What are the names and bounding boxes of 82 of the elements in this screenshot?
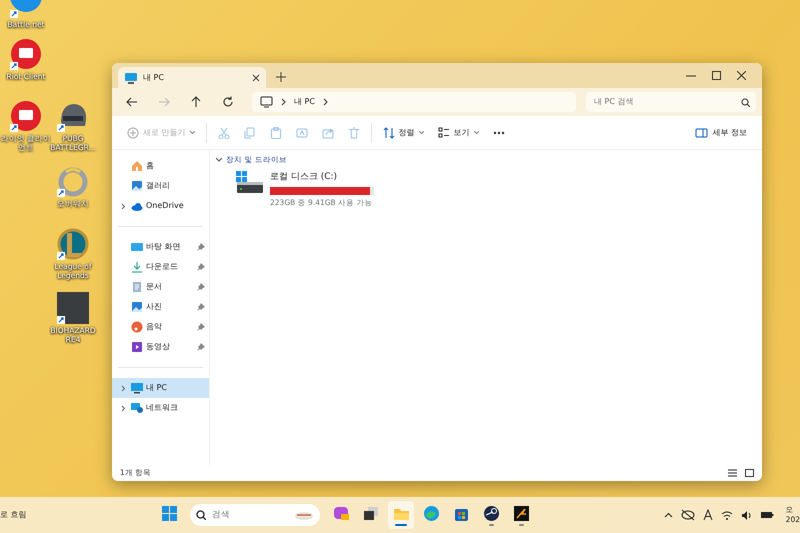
- cloud-icon: [131, 200, 143, 212]
- speaker-icon[interactable]: [740, 510, 752, 520]
- new-tab-icon[interactable]: [276, 72, 286, 82]
- chevron-icon[interactable]: [120, 404, 126, 412]
- letter-a-icon[interactable]: [702, 509, 713, 521]
- fist-icon[interactable]: [10, 38, 42, 70]
- sidebar-item[interactable]: 내 PC: [112, 378, 209, 398]
- battery-icon[interactable]: [760, 510, 774, 520]
- computer-icon: [124, 72, 138, 84]
- search-input[interactable]: 검색: [210, 508, 290, 522]
- close-icon[interactable]: [737, 71, 746, 80]
- video-icon: [131, 341, 143, 353]
- toolbar-button[interactable]: 정렬: [376, 122, 431, 144]
- start-icon: [160, 504, 178, 522]
- drive-name[interactable]: 로컬 디스크 (C:): [270, 171, 374, 185]
- l-shield-icon[interactable]: [57, 228, 89, 260]
- weather-text[interactable]: 로 흐림: [0, 509, 27, 521]
- document-icon: [131, 281, 143, 293]
- sidebar-item[interactable]: 네트워크: [112, 398, 209, 418]
- trash-icon: [348, 126, 360, 138]
- breadcrumb-item[interactable]: 내 PC: [294, 96, 315, 108]
- chevron-icon[interactable]: [216, 156, 222, 163]
- sidebar-item[interactable]: 바탕 화면: [112, 237, 209, 257]
- search-icon: [196, 510, 206, 520]
- search-box[interactable]: 내 PC 검색: [586, 92, 756, 112]
- wifi-icon[interactable]: [720, 510, 733, 520]
- folder-taskbar-button[interactable]: [388, 501, 414, 529]
- sidebar-item[interactable]: 문서: [112, 277, 209, 297]
- sort-arrows-icon: [382, 126, 395, 138]
- sidebar-item[interactable]: 갤러리: [112, 176, 209, 196]
- sidebar-item[interactable]: 홈: [112, 156, 209, 176]
- computer-icon: [131, 382, 143, 394]
- panel-icon: [695, 126, 708, 138]
- address-bar[interactable]: 내 PC: [252, 92, 576, 112]
- view-list-icon: [438, 126, 450, 138]
- share-icon: [322, 126, 334, 138]
- sidebar-item[interactable]: 동영상: [112, 337, 209, 357]
- cloud-off-icon[interactable]: [680, 509, 695, 521]
- colorful-app-icon: [332, 504, 350, 522]
- maximize-icon[interactable]: [712, 71, 721, 80]
- chevron-icon[interactable]: [281, 98, 286, 106]
- chevron-icon[interactable]: [322, 98, 328, 106]
- fist-icon[interactable]: [10, 100, 42, 132]
- download-icon: [131, 261, 143, 273]
- details-view-icon[interactable]: [728, 469, 737, 477]
- sidebar-item[interactable]: 사진: [112, 297, 209, 317]
- picture-icon: [131, 180, 143, 192]
- swirl-icon: [422, 504, 440, 522]
- music-icon: [131, 321, 143, 333]
- game-app-icon: [512, 504, 530, 522]
- ring-logo-icon[interactable]: [57, 165, 89, 197]
- close-icon[interactable]: [252, 74, 260, 82]
- details-button[interactable]: 세부 정보: [688, 122, 754, 144]
- bowl-icon: [294, 509, 314, 521]
- sidebar-item[interactable]: OneDrive: [112, 196, 209, 216]
- rename-icon: [296, 126, 308, 138]
- sidebar-item[interactable]: 다운로드: [112, 257, 209, 277]
- search-icon[interactable]: [741, 98, 750, 106]
- monitor-icon: [131, 241, 143, 253]
- copy-icon: [244, 126, 256, 138]
- house-icon: [131, 160, 143, 172]
- photo-placeholder[interactable]: [57, 292, 89, 324]
- sidebar-item[interactable]: 음악: [112, 317, 209, 337]
- gear-ball-icon: [482, 504, 500, 522]
- tiles-view-icon[interactable]: [745, 469, 754, 477]
- chevron-icon[interactable]: [120, 202, 126, 210]
- clipboard-icon: [270, 126, 282, 138]
- search-field[interactable]: 내 PC 검색: [592, 95, 741, 109]
- window-tab[interactable]: 내 PC: [118, 67, 266, 88]
- scissors-icon: [218, 126, 230, 138]
- task-view-icon: [362, 504, 380, 522]
- computer-icon: [260, 96, 273, 108]
- up-arrow-icon[interactable]: [190, 96, 202, 108]
- plus-icon: [127, 126, 139, 138]
- chevron-up-icon[interactable]: [664, 512, 673, 518]
- back-arrow-icon[interactable]: [126, 96, 138, 108]
- drive-icon[interactable]: [236, 171, 264, 194]
- refresh-icon[interactable]: [222, 96, 234, 108]
- toolbar-button[interactable]: 보기: [430, 122, 486, 144]
- taskbar-search[interactable]: 검색: [190, 504, 320, 526]
- picture-icon: [131, 301, 143, 313]
- network-icon: [131, 402, 143, 414]
